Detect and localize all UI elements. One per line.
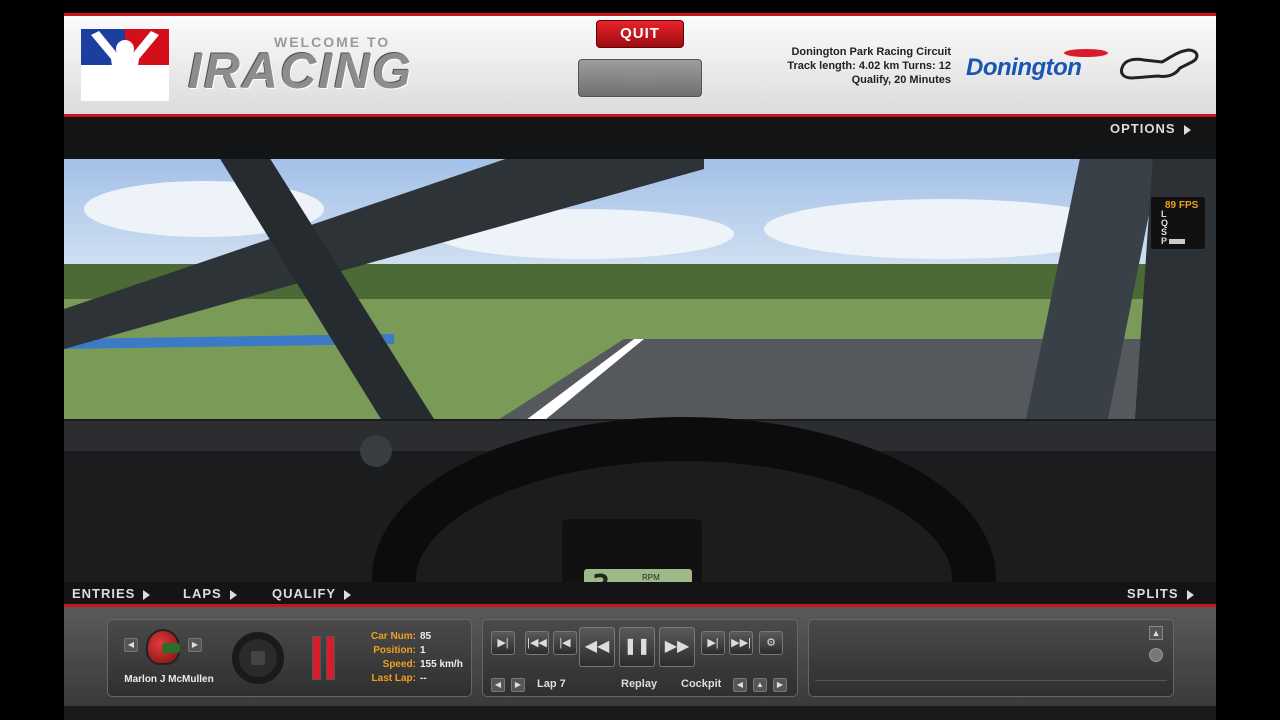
laps-label: LAPS — [183, 586, 222, 601]
circuit-logo: Donington — [966, 54, 1082, 81]
track-name: Donington Park Racing Circuit — [791, 46, 951, 58]
previous-frame-button[interactable]: |◀ — [553, 631, 577, 655]
arrow-right-icon — [229, 589, 237, 600]
quit-button[interactable]: QUIT — [596, 20, 684, 48]
car-num-label: Car Num: — [370, 631, 416, 642]
skip-to-start-button[interactable]: |◀◀ — [525, 631, 549, 655]
splits-scroll-up-button[interactable]: ▲ — [1149, 626, 1163, 640]
cockpit-view: 3 RPM 6325 — [64, 139, 1216, 582]
brand-wordmark: IRACING — [188, 43, 414, 99]
steering-wheel-icon — [232, 632, 284, 684]
next-lap-button[interactable]: ▶ — [511, 678, 525, 692]
replay-mode-label: Replay — [621, 678, 658, 690]
options-button[interactable]: OPTIONS — [1110, 121, 1191, 136]
laps-button[interactable]: LAPS — [183, 586, 237, 601]
brake-gauge — [326, 636, 335, 680]
driver-box: ◀ ▶ Marlon J McMullen Car Num: 85 Positio… — [107, 619, 472, 697]
replay-button[interactable]: REPLAY — [578, 59, 702, 97]
gear-readout: 3 — [592, 569, 610, 582]
driver-name: Marlon J McMullen — [124, 674, 214, 685]
splits-panel: ▲ — [808, 619, 1174, 697]
lap-label: Lap 7 — [537, 678, 566, 690]
hud-label-p: P — [1161, 236, 1168, 246]
next-driver-button[interactable]: ▶ — [188, 638, 202, 652]
prev-lap-button[interactable]: ◀ — [491, 678, 505, 692]
arrow-right-icon — [344, 589, 352, 600]
arrow-right-icon — [1183, 124, 1191, 135]
qualify-button[interactable]: QUALIFY — [272, 586, 352, 601]
game-screen: WELCOME TO IRACING QUIT REPLAY Donington… — [0, 0, 1280, 720]
splits-label: SPLITS — [1127, 586, 1179, 601]
prev-driver-button[interactable]: ◀ — [124, 638, 138, 652]
skip-to-end-button[interactable]: ▶▶| — [729, 631, 753, 655]
qualify-label: QUALIFY — [272, 586, 337, 601]
camera-label: Cockpit — [681, 678, 722, 690]
prev-camera-button[interactable]: ◀ — [733, 678, 747, 692]
last-lap-label: Last Lap: — [371, 673, 416, 684]
step-forward-start-button[interactable]: ▶| — [491, 631, 515, 655]
arrow-right-icon — [143, 589, 151, 600]
control-panel: ◀ ▶ Marlon J McMullen Car Num: 85 Positio… — [64, 604, 1216, 706]
track-info: Donington Park Racing Circuit Track leng… — [724, 45, 951, 87]
camera-up-button[interactable]: ▲ — [753, 678, 767, 692]
last-lap-value: -- — [420, 673, 427, 684]
entries-label: ENTRIES — [72, 586, 136, 601]
arrow-right-icon — [1186, 589, 1194, 600]
speed-label: Speed: — [382, 659, 416, 670]
next-frame-button[interactable]: ▶| — [701, 631, 725, 655]
driver-stats: Car Num: 85 Position: 1 Speed: 155 km/h Las… — [366, 630, 476, 686]
track-map-icon — [1120, 48, 1199, 80]
hud-meter — [1169, 239, 1185, 244]
session-tabs-bar: ENTRIES LAPS QUALIFY SPLITS — [64, 582, 1216, 604]
pause-button[interactable]: ❚❚ — [619, 627, 655, 667]
performance-hud: 89 FPS L Q S P — [1150, 196, 1206, 250]
fps-readout: 89 FPS — [1165, 200, 1199, 211]
track-length: Track length: 4.02 km Turns: 12 — [787, 60, 951, 72]
splits-button[interactable]: SPLITS — [1127, 586, 1194, 601]
options-label: OPTIONS — [1110, 121, 1176, 136]
entries-button[interactable]: ENTRIES — [72, 586, 151, 601]
car-num-value: 85 — [420, 631, 432, 642]
rewind-button[interactable]: ◀◀ — [579, 627, 615, 667]
position-value: 1 — [420, 645, 426, 656]
iracing-logo — [81, 29, 169, 101]
next-camera-button[interactable]: ▶ — [773, 678, 787, 692]
position-label: Position: — [373, 645, 416, 656]
replay-controls: ▶| |◀◀ |◀ ◀◀ ❚❚ ▶▶ ▶| ▶▶| ⚙ ◀ ▶ Lap 7 Re… — [482, 619, 798, 697]
session-type: Qualify, 20 Minutes — [851, 74, 951, 86]
speed-value: 155 km/h — [420, 659, 463, 670]
splits-settings-button[interactable] — [1149, 648, 1163, 662]
pedal-inputs — [312, 636, 340, 680]
throttle-gauge — [312, 636, 321, 680]
dash-display: 3 RPM 6325 — [586, 569, 696, 582]
options-bar: OPTIONS — [64, 117, 1216, 139]
session-header: WELCOME TO IRACING QUIT REPLAY Donington… — [64, 13, 1216, 117]
fast-forward-button[interactable]: ▶▶ — [659, 627, 695, 667]
splits-divider — [815, 680, 1167, 681]
helmet-icon — [146, 629, 180, 665]
track-scenery — [64, 139, 1216, 582]
bottom-strip — [64, 706, 1216, 720]
replay-tools-button[interactable]: ⚙ — [759, 631, 783, 655]
